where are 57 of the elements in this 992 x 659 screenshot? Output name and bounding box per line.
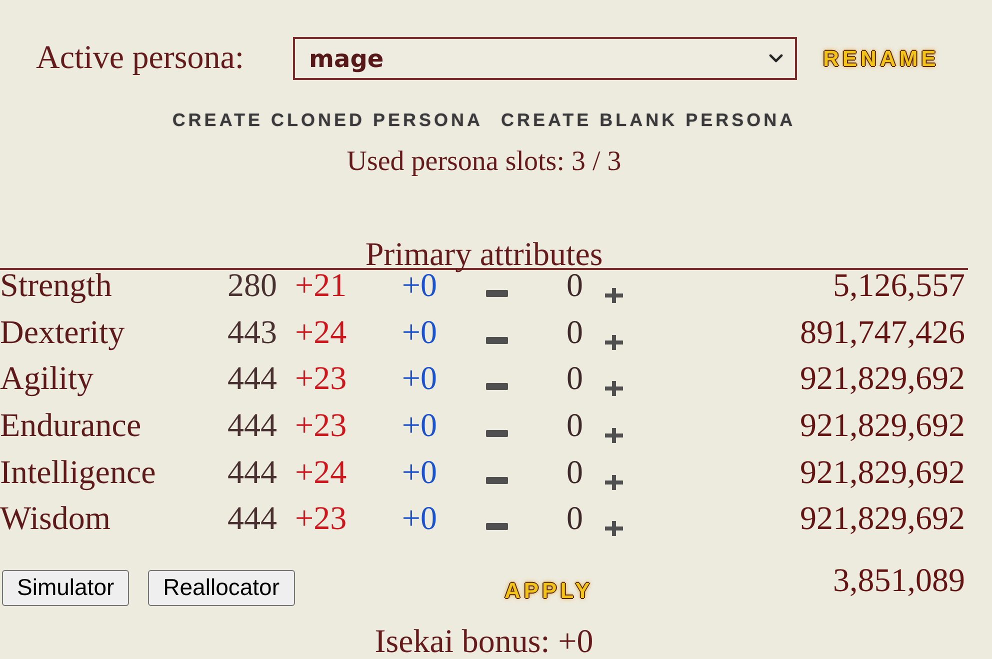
stepper-value: 0 — [566, 454, 583, 491]
slots-text: Used persona slots: 3 / 3 — [346, 146, 622, 178]
attribute-name: Strength — [0, 268, 112, 304]
stepper-value: 0 — [566, 408, 583, 444]
base-value: 444 — [228, 501, 277, 538]
total-value: 5,126,557 — [833, 268, 965, 304]
stepper-value: 0 — [566, 314, 583, 351]
bonus-value: +21 — [295, 268, 347, 304]
section-heading: Primary attributes — [0, 242, 968, 270]
stepper-value: 0 — [566, 501, 583, 538]
tool-button[interactable]: Simulator — [2, 570, 130, 606]
base-value: 444 — [228, 454, 277, 491]
modifier-value: +0 — [402, 501, 437, 538]
bonus-value: +23 — [295, 408, 347, 444]
attribute-name: Wisdom — [0, 501, 111, 538]
stepper-value: 0 — [566, 268, 583, 304]
modifier-value: +0 — [402, 268, 437, 304]
plus-icon[interactable] — [605, 428, 623, 443]
plus-icon[interactable] — [605, 381, 623, 396]
base-value: 444 — [228, 408, 277, 444]
base-value: 444 — [228, 361, 277, 398]
minus-icon[interactable] — [486, 336, 508, 344]
bonus-value: +24 — [295, 314, 347, 351]
attribute-name: Endurance — [0, 408, 142, 444]
minus-icon[interactable] — [486, 383, 508, 390]
persona-label: Active persona: — [36, 39, 246, 78]
modifier-value: +0 — [402, 314, 437, 351]
persona-select[interactable]: mage — [293, 37, 797, 80]
base-value: 443 — [228, 314, 277, 351]
base-value: 280 — [228, 268, 277, 304]
modifier-value: +0 — [402, 361, 437, 398]
modifier-value: +0 — [402, 454, 437, 491]
create-persona-link[interactable]: CREATE BLANK PERSONA — [501, 108, 796, 132]
total-value: 921,829,692 — [800, 361, 965, 398]
plus-icon[interactable] — [605, 521, 623, 536]
attribute-name: Dexterity — [0, 314, 125, 351]
create-persona-link[interactable]: CREATE CLONED PERSONA — [172, 108, 483, 132]
isekai-bonus-text: Isekai bonus: +0 — [374, 626, 594, 657]
modifier-value: +0 — [402, 408, 437, 444]
attribute-name: Agility — [0, 361, 94, 398]
caret-icon — [769, 54, 783, 63]
bonus-value: +23 — [295, 361, 347, 398]
plus-icon[interactable] — [605, 474, 623, 490]
plus-icon[interactable] — [605, 288, 623, 303]
bonus-value: +24 — [295, 454, 347, 491]
plus-icon[interactable] — [605, 334, 623, 350]
bonus-value: +23 — [295, 501, 347, 538]
minus-icon[interactable] — [486, 523, 508, 530]
stepper-value: 0 — [566, 361, 583, 398]
minus-icon[interactable] — [486, 476, 508, 484]
total-value: 891,747,426 — [800, 314, 965, 351]
attribute-name: Intelligence — [0, 454, 156, 491]
total-value: 921,829,692 — [800, 501, 965, 538]
minus-icon[interactable] — [486, 430, 508, 437]
total-value: 921,829,692 — [800, 454, 965, 491]
tool-button[interactable]: Reallocator — [148, 570, 294, 606]
total-value: 921,829,692 — [800, 408, 965, 444]
